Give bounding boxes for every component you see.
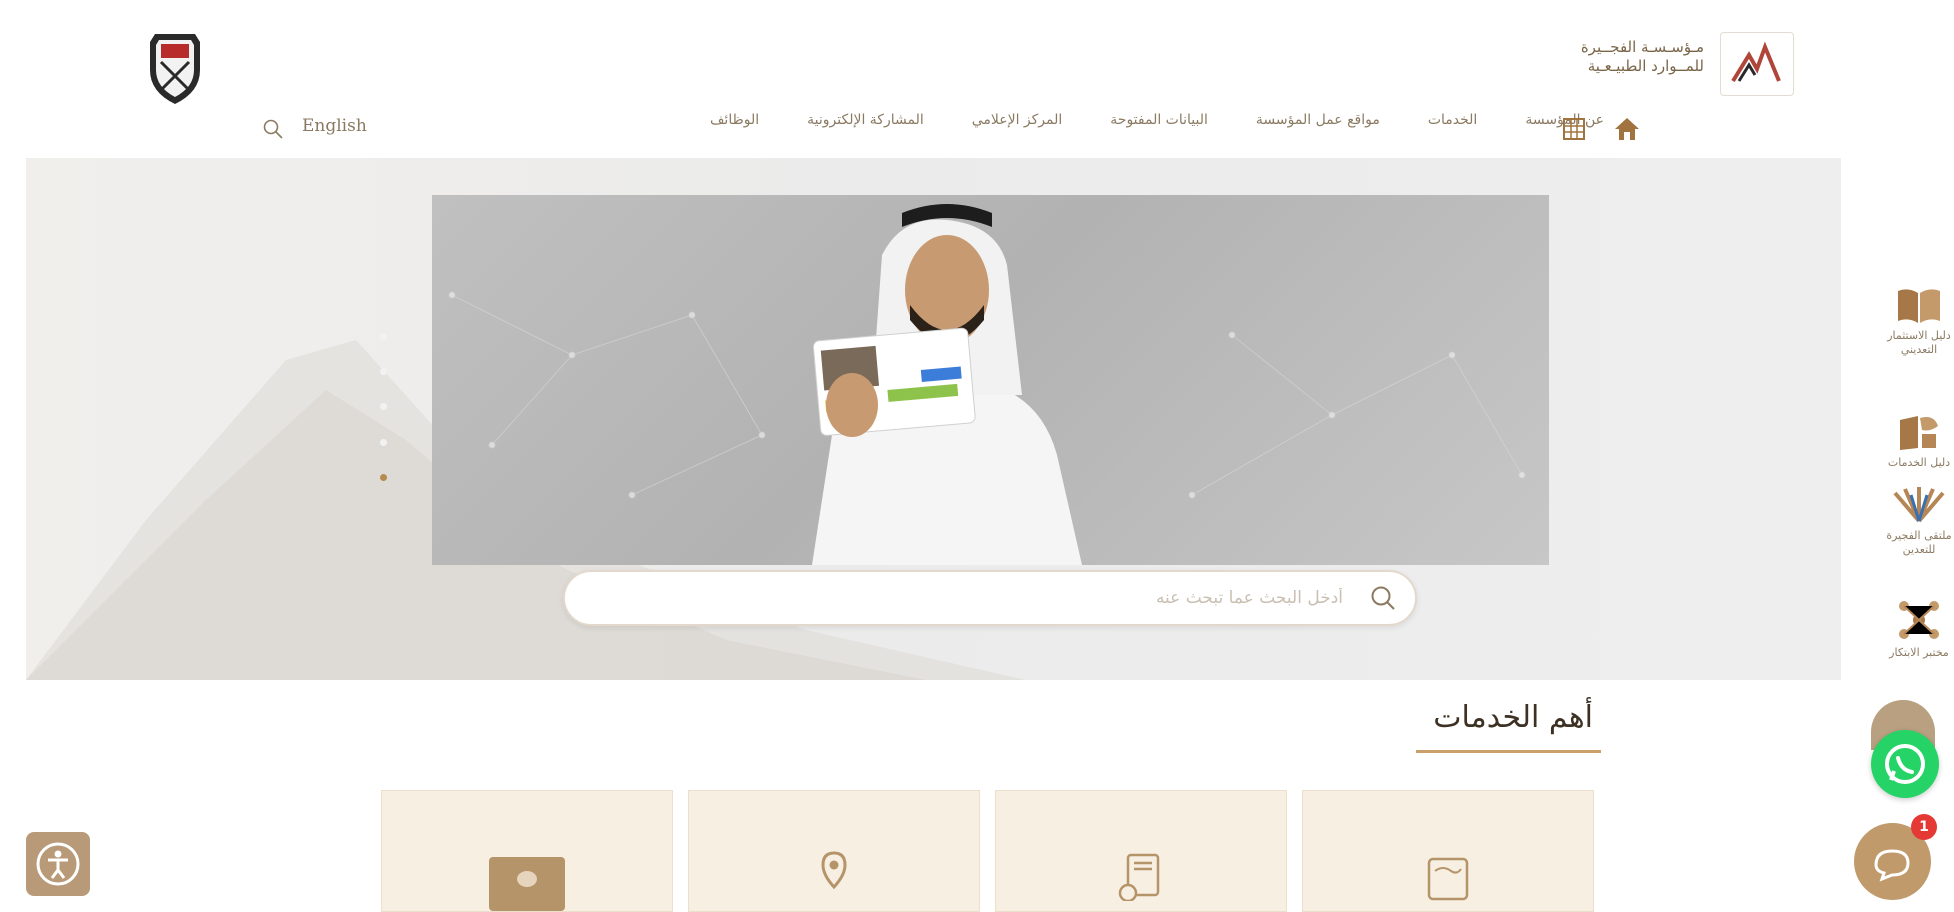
slider-dot-3[interactable] bbox=[380, 403, 387, 410]
rail-label-innovation-lab: مختبر الابتكار bbox=[1889, 646, 1949, 659]
sitemap-grid-icon[interactable] bbox=[1563, 118, 1585, 140]
location-pin-icon bbox=[821, 851, 847, 890]
rail-label-mining-investment-guide: دليل الاستثمار التعديني bbox=[1887, 329, 1951, 356]
slider-dot-1[interactable] bbox=[380, 333, 387, 340]
accessibility-icon bbox=[36, 842, 80, 886]
rail-label-mining-forum: ملتقى الفجيرة للتعدين bbox=[1886, 529, 1952, 556]
whatsapp-icon bbox=[1885, 744, 1925, 784]
org-name-line2: للمــوارد الطبيـعـية bbox=[1587, 57, 1704, 75]
service-card-2[interactable] bbox=[995, 790, 1287, 912]
services-guide-icon bbox=[1900, 416, 1938, 450]
chat-notification-badge: 1 bbox=[1911, 814, 1937, 840]
mining-forum-icon bbox=[1893, 487, 1945, 523]
section-title-underline bbox=[1416, 750, 1601, 753]
rail-item-mining-forum[interactable]: ملتقى الفجيرة للتعدين bbox=[1885, 485, 1953, 557]
nav-open-data[interactable]: البيانات المفتوحة bbox=[1110, 112, 1208, 128]
home-icon[interactable] bbox=[1613, 116, 1641, 142]
org-name: مـؤسـسـة الفجــيرة للمــوارد الطبيـعـية bbox=[1544, 38, 1704, 76]
site-search-input[interactable] bbox=[595, 584, 1345, 612]
payment-card-icon bbox=[489, 857, 565, 911]
whatsapp-button[interactable] bbox=[1871, 730, 1939, 798]
slider-dot-5-active[interactable] bbox=[380, 474, 387, 481]
main-navigation: عن المؤسسة الخدمات مواقع عمل المؤسسة الب… bbox=[710, 112, 1604, 128]
search-button-icon[interactable] bbox=[1369, 584, 1397, 612]
nav-e-participation[interactable]: المشاركة الإلكترونية bbox=[807, 112, 924, 128]
site-search-bar bbox=[563, 570, 1417, 626]
service-card-1[interactable] bbox=[1302, 790, 1594, 912]
accessibility-button[interactable] bbox=[26, 832, 90, 896]
org-name-line1: مـؤسـسـة الفجــيرة bbox=[1580, 38, 1704, 56]
innovation-network-icon bbox=[1899, 601, 1939, 639]
nav-media-center[interactable]: المركز الإعلامي bbox=[972, 112, 1063, 128]
open-book-icon bbox=[1898, 289, 1940, 323]
nav-services[interactable]: الخدمات bbox=[1428, 112, 1478, 128]
document-search-icon bbox=[1118, 853, 1160, 901]
slider-dot-4[interactable] bbox=[380, 439, 387, 446]
nav-sites[interactable]: مواقع عمل المؤسسة bbox=[1256, 112, 1380, 128]
rail-label-services-guide: دليل الخدمات bbox=[1887, 456, 1951, 469]
rail-item-innovation-lab[interactable]: مختبر الابتكار bbox=[1885, 598, 1953, 660]
nav-careers[interactable]: الوظائف bbox=[710, 112, 759, 128]
government-emblem-logo[interactable] bbox=[130, 28, 220, 108]
fnrc-logo[interactable] bbox=[1720, 32, 1794, 96]
rail-item-services-guide[interactable]: دليل الخدمات bbox=[1885, 412, 1953, 470]
world-map-icon bbox=[1427, 857, 1469, 901]
search-icon[interactable] bbox=[262, 118, 284, 140]
slider-dot-2[interactable] bbox=[380, 368, 387, 375]
service-card-3[interactable] bbox=[688, 790, 980, 912]
language-toggle-link[interactable]: English bbox=[302, 116, 367, 136]
service-card-4[interactable] bbox=[381, 790, 673, 912]
hero-banner-image[interactable] bbox=[432, 195, 1549, 565]
rail-item-mining-investment-guide[interactable]: دليل الاستثمار التعديني bbox=[1885, 285, 1953, 357]
section-title: أهم الخدمات bbox=[1433, 700, 1593, 735]
